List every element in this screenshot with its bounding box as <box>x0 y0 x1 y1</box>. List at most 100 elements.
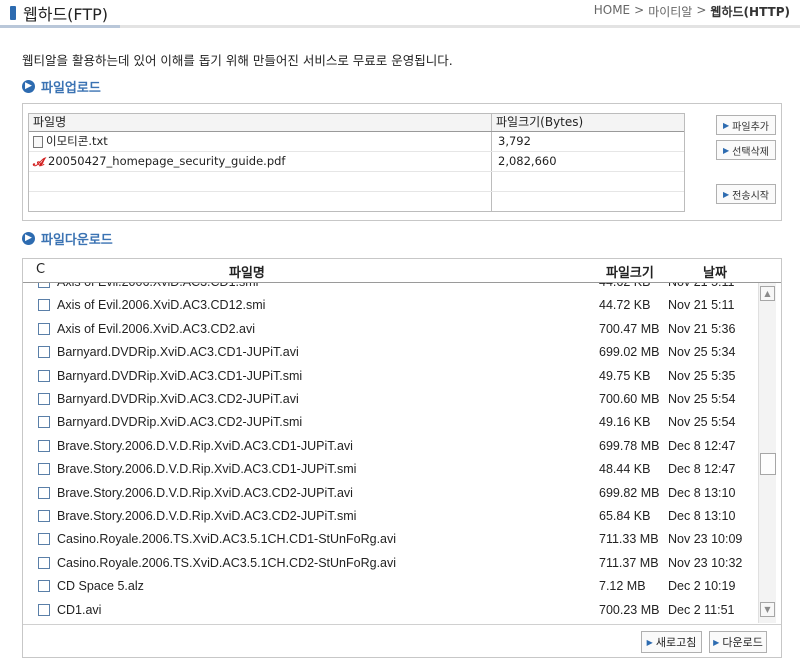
upload-list-empty-row <box>29 172 684 192</box>
pdf-file-icon: 𝓐 <box>33 154 45 169</box>
row-checkbox[interactable] <box>38 369 50 382</box>
download-item-name: Barnyard.DVDRip.XviD.AC3.CD1-JUPiT.smi <box>57 368 303 383</box>
download-list-item[interactable]: Axis of Evil.2006.XviD.AC3.CD12.smi 44.72… <box>23 294 756 317</box>
row-checkbox[interactable] <box>38 322 50 335</box>
download-list-item[interactable]: CD Space 5.alz 7.12 MB Dec 2 10:19 <box>23 575 756 598</box>
download-list-item[interactable]: Brave.Story.2006.D.V.D.Rip.XviD.AC3.CD1-… <box>23 458 756 481</box>
row-checkbox[interactable] <box>38 416 50 429</box>
download-item-name: CD1.avi <box>57 602 102 617</box>
scrollbar-thumb[interactable] <box>760 453 776 475</box>
download-list-item[interactable]: Casino.Royale.2006.TS.XviD.AC3.5.1CH.CD2… <box>23 552 756 575</box>
row-checkbox[interactable] <box>38 556 50 569</box>
download-list-item[interactable]: Barnyard.DVDRip.XviD.AC3.CD2-JUPiT.avi 70… <box>23 388 756 411</box>
download-item-date: Dec 8 12:47 <box>668 438 736 453</box>
download-list-item[interactable]: Casino.Royale.2006.TS.XviD.AC3.5.1CH.CD1… <box>23 528 756 551</box>
row-checkbox[interactable] <box>38 533 50 546</box>
download-item-name: Brave.Story.2006.D.V.D.Rip.XviD.AC3.CD1-… <box>57 438 353 453</box>
header-divider <box>0 25 800 28</box>
download-item-date: Nov 21 5:11 <box>668 298 735 313</box>
download-button[interactable]: ▶ 다운로드 <box>709 631 767 653</box>
download-item-size: 699.78 MB <box>599 438 660 453</box>
download-col-size[interactable]: 파일크기 <box>606 262 654 281</box>
download-list-header: C 파일명 파일크기 날짜 <box>23 259 781 283</box>
upload-file-list[interactable]: 파일명 파일크기(Bytes) 이모티콘.txt 3,792 𝓐 2005042… <box>28 113 685 212</box>
upload-item-name: 이모티콘.txt <box>46 134 108 148</box>
download-file-list[interactable]: Axis of Evil.2006.XviD.AC3.CD1.smi 44.62 … <box>23 283 756 623</box>
row-checkbox[interactable] <box>38 603 50 616</box>
breadcrumb-current: 웹하드(HTTP) <box>710 5 790 19</box>
row-checkbox[interactable] <box>38 439 50 452</box>
empty-cell <box>29 192 492 211</box>
header-divider-accent <box>0 25 120 28</box>
row-checkbox[interactable] <box>38 580 50 593</box>
download-list-item[interactable]: Barnyard.DVDRip.XviD.AC3.CD1-JUPiT.smi 49… <box>23 365 756 388</box>
row-checkbox[interactable] <box>38 346 50 359</box>
intro-text: 웹티알을 활용하는데 있어 이해를 돕기 위해 만들어진 서비스로 무료로 운영… <box>22 53 453 68</box>
scroll-down-icon[interactable]: ▼ <box>760 602 775 617</box>
download-list-item[interactable]: Brave.Story.2006.D.V.D.Rip.XviD.AC3.CD1-… <box>23 435 756 458</box>
download-list-item[interactable]: Axis of Evil.2006.XviD.AC3.CD1.smi 44.62 … <box>23 283 756 294</box>
download-panel: C 파일명 파일크기 날짜 Axis of Evil.2006.XviD.AC3… <box>22 258 782 658</box>
breadcrumb-home[interactable]: HOME <box>594 3 630 20</box>
download-list-item[interactable]: Brave.Story.2006.D.V.D.Rip.XviD.AC3.CD2-… <box>23 505 756 528</box>
download-col-date[interactable]: 날짜 <box>703 262 727 281</box>
download-list-item[interactable]: Brave.Story.2006.D.V.D.Rip.XviD.AC3.CD2-… <box>23 482 756 505</box>
download-section-title: ▶ 파일다운로드 <box>22 229 113 248</box>
row-checkbox[interactable] <box>38 393 50 405</box>
download-item-date: Nov 21 5:11 <box>668 283 734 289</box>
download-section-label: 파일다운로드 <box>41 233 113 248</box>
download-item-size: 711.33 MB <box>599 532 659 547</box>
arrow-right-circle-icon: ▶ <box>22 232 35 245</box>
bullet-arrow-icon: ▶ <box>723 120 730 130</box>
upload-section-label: 파일업로드 <box>41 81 101 96</box>
upload-item-size: 2,082,660 <box>498 154 557 168</box>
breadcrumb-separator: > <box>634 3 645 17</box>
download-item-size: 44.62 KB <box>599 283 650 289</box>
download-item-name: Brave.Story.2006.D.V.D.Rip.XviD.AC3.CD1-… <box>57 462 357 477</box>
row-checkbox[interactable] <box>38 299 50 312</box>
download-scrollbar[interactable]: ▲ ▼ <box>758 283 776 623</box>
page-header: 웹하드(FTP) HOME > 마이티알 > 웹하드(HTTP) <box>0 0 800 28</box>
add-file-button[interactable]: ▶ 파일추가 <box>716 115 776 135</box>
bullet-arrow-icon: ▶ <box>713 637 720 647</box>
download-item-date: Dec 8 13:10 <box>668 509 736 523</box>
empty-cell <box>29 172 492 191</box>
breadcrumb-mytr[interactable]: 마이티알 <box>648 3 692 20</box>
delete-selected-button[interactable]: ▶ 선택삭제 <box>716 140 776 160</box>
download-item-size: 48.44 KB <box>599 462 651 477</box>
download-list-item[interactable]: CD1.avi 700.23 MB Dec 2 11:51 <box>23 599 756 622</box>
upload-list-item[interactable]: 이모티콘.txt 3,792 <box>29 132 684 152</box>
row-checkbox[interactable] <box>38 510 50 522</box>
upload-col-name: 파일명 <box>29 114 492 131</box>
upload-list-item[interactable]: 𝓐 20050427_homepage_security_guide.pdf 2… <box>29 152 684 172</box>
upload-item-name-cell: 𝓐 20050427_homepage_security_guide.pdf <box>29 152 492 171</box>
bullet-arrow-icon: ▶ <box>646 637 653 647</box>
text-file-icon <box>33 135 43 148</box>
download-item-size: 7.12 MB <box>599 579 646 594</box>
row-checkbox[interactable] <box>38 283 50 288</box>
download-col-check[interactable]: C <box>36 262 45 277</box>
refresh-button[interactable]: ▶ 새로고침 <box>641 631 702 653</box>
scroll-up-icon[interactable]: ▲ <box>760 286 775 301</box>
download-item-date: Nov 25 5:34 <box>668 345 736 360</box>
refresh-label: 새로고침 <box>655 636 697 649</box>
download-list-item[interactable]: Barnyard.DVDRip.XviD.AC3.CD2-JUPiT.smi 49… <box>23 411 756 434</box>
download-item-size: 700.47 MB <box>599 321 660 336</box>
download-col-name[interactable]: 파일명 <box>229 262 265 281</box>
download-item-size: 65.84 KB <box>599 509 651 523</box>
row-checkbox[interactable] <box>38 463 50 476</box>
download-item-date: Nov 25 5:54 <box>668 415 736 430</box>
download-item-date: Nov 23 10:32 <box>668 555 743 570</box>
download-item-size: 699.02 MB <box>599 345 660 360</box>
start-transfer-button[interactable]: ▶ 전송시작 <box>716 184 776 204</box>
download-list-item[interactable]: Axis of Evil.2006.XviD.AC3.CD2.avi 700.47… <box>23 318 756 341</box>
download-item-size: 700.23 MB <box>599 602 660 617</box>
download-item-size: 49.16 KB <box>599 415 651 430</box>
row-checkbox[interactable] <box>38 486 50 499</box>
download-list-item[interactable]: Barnyard.DVDRip.XviD.AC3.CD1-JUPiT.avi 69… <box>23 341 756 364</box>
upload-section-title: ▶ 파일업로드 <box>22 77 101 96</box>
download-item-date: Nov 25 5:35 <box>668 368 736 383</box>
arrow-right-circle-icon: ▶ <box>22 80 35 93</box>
bullet-arrow-icon: ▶ <box>723 189 730 199</box>
download-item-name: Casino.Royale.2006.TS.XviD.AC3.5.1CH.CD1… <box>57 532 397 547</box>
